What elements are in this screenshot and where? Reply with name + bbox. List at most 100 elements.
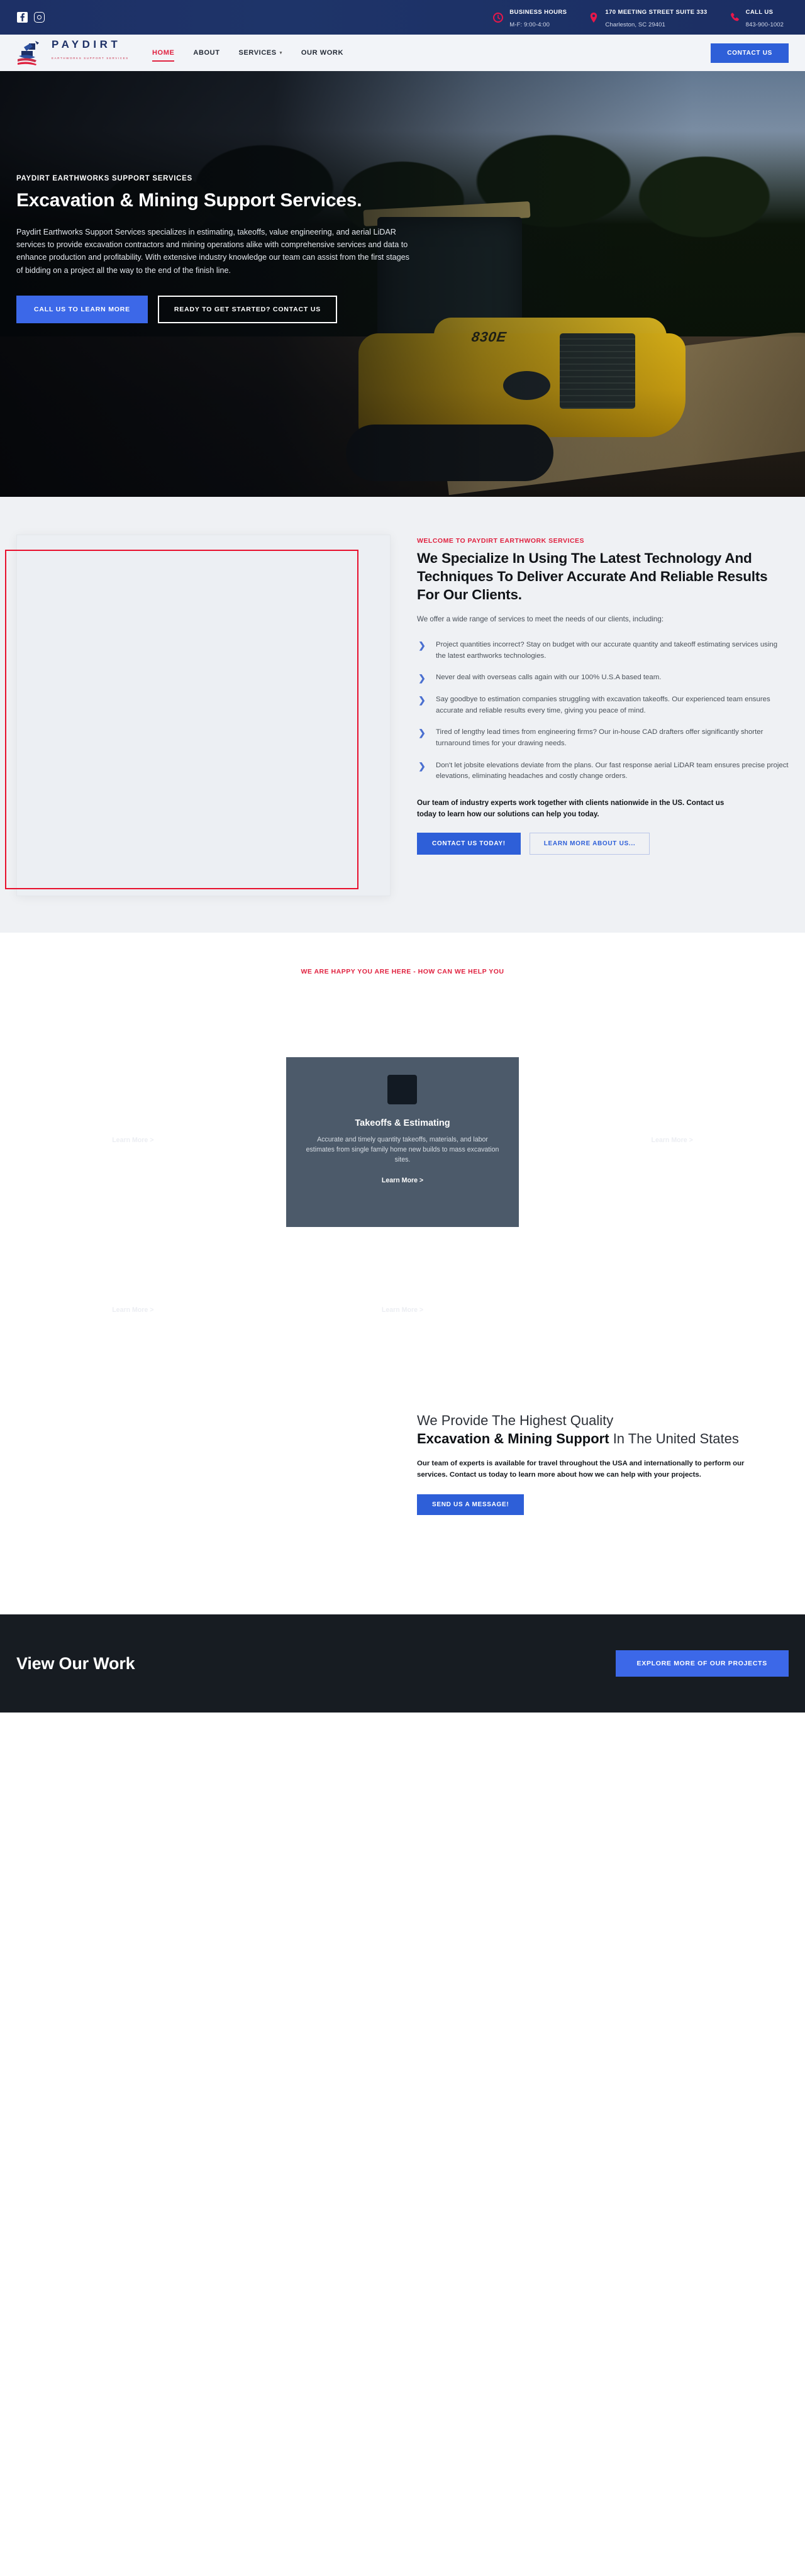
quality-paragraph: Our team of experts is available for tra… bbox=[417, 1460, 745, 1479]
service-icon bbox=[387, 1245, 417, 1274]
service-learn-more-link[interactable]: Learn More > bbox=[652, 1136, 693, 1144]
excavator-logo-icon bbox=[16, 38, 49, 67]
site-logo[interactable]: PAYDIRT EARTHWORKS SUPPORT SERVICES bbox=[16, 38, 130, 67]
service-icon bbox=[118, 1075, 148, 1104]
main-navigation: PAYDIRT EARTHWORKS SUPPORT SERVICES HOME… bbox=[0, 35, 805, 71]
service-learn-more-link[interactable]: Learn More > bbox=[382, 1177, 423, 1184]
hero-content: PAYDIRT EARTHWORKS SUPPORT SERVICES Exca… bbox=[0, 71, 440, 324]
hero-contact-us-button[interactable]: READY TO GET STARTED? CONTACT US bbox=[157, 296, 337, 324]
welcome-text-column: WELCOME TO PAYDIRT EARTHWORK SERVICES We… bbox=[417, 535, 789, 855]
facebook-icon[interactable] bbox=[16, 12, 28, 23]
welcome-heading: We Specialize In Using The Latest Techno… bbox=[417, 550, 768, 602]
quality-heading-bold: Excavation & Mining Support bbox=[417, 1430, 609, 1446]
top-utility-bar: BUSINESS HOURS M-F: 9:00-4:00 170 MEETIN… bbox=[0, 0, 805, 35]
service-description: Accurate and timely quantity takeoffs, m… bbox=[306, 1136, 499, 1163]
chevron-right-icon: ❯ bbox=[418, 673, 426, 684]
welcome-actions: CONTACT US TODAY! LEARN MORE ABOUT US... bbox=[417, 833, 789, 855]
welcome-bullet-list: ❯ Project quantities incorrect? Stay on … bbox=[417, 640, 789, 782]
address-value: Charleston, SC 29401 bbox=[605, 21, 665, 28]
nav-item-home-label: HOME bbox=[152, 49, 175, 57]
social-links bbox=[16, 12, 45, 23]
services-grid-row-2: Learn More > Learn More > bbox=[16, 1227, 789, 1384]
hero-section: 830E PAYDIRT EARTHWORKS SUPPORT SERVICES… bbox=[0, 71, 805, 497]
explore-projects-button[interactable]: EXPLORE MORE OF OUR PROJECTS bbox=[615, 1650, 789, 1677]
nav-item-about[interactable]: ABOUT bbox=[193, 45, 219, 60]
list-item: ❯ Project quantities incorrect? Stay on … bbox=[417, 640, 789, 662]
services-section: WE ARE HAPPY YOU ARE HERE - HOW CAN WE H… bbox=[0, 933, 805, 1384]
service-learn-more-link[interactable]: Learn More > bbox=[112, 1136, 153, 1144]
service-title: Takeoffs & Estimating bbox=[355, 1118, 450, 1128]
service-icon bbox=[657, 1075, 687, 1104]
services-eyebrow: WE ARE HAPPY YOU ARE HERE - HOW CAN WE H… bbox=[301, 968, 504, 975]
chevron-down-icon: ▾ bbox=[279, 51, 282, 55]
contact-us-today-button[interactable]: CONTACT US TODAY! bbox=[417, 833, 521, 855]
welcome-section: WELCOME TO PAYDIRT EARTHWORK SERVICES We… bbox=[0, 497, 805, 933]
call-us-value: 843-900-1002 bbox=[745, 21, 784, 28]
quality-text-column: We Provide The Highest Quality Excavatio… bbox=[417, 1407, 789, 1516]
address-info[interactable]: 170 MEETING STREET SUITE 333 Charleston,… bbox=[588, 5, 707, 30]
chevron-right-icon: ❯ bbox=[418, 640, 426, 650]
service-learn-more-link[interactable]: Learn More > bbox=[112, 1306, 153, 1314]
bullet-text: Tired of lengthy lead times from enginee… bbox=[436, 728, 763, 748]
nav-item-home[interactable]: HOME bbox=[152, 45, 175, 62]
service-card[interactable]: Learn More > bbox=[555, 1057, 789, 1227]
list-item: ❯ Tired of lengthy lead times from engin… bbox=[417, 727, 789, 749]
list-item: ❯ Never deal with overseas calls again w… bbox=[417, 672, 789, 684]
logo-wordmark: PAYDIRT bbox=[52, 38, 121, 50]
welcome-closing-text: Our team of industry experts work togeth… bbox=[417, 799, 724, 819]
list-item: ❯ Say goodbye to estimation companies st… bbox=[417, 694, 789, 716]
quality-heading-line1: We Provide The Highest Quality bbox=[417, 1413, 614, 1428]
quality-section: We Provide The Highest Quality Excavatio… bbox=[0, 1384, 805, 1614]
address-label: 170 MEETING STREET SUITE 333 bbox=[605, 8, 708, 16]
hero-call-us-button[interactable]: CALL US TO LEARN MORE bbox=[16, 296, 148, 324]
nav-item-about-label: ABOUT bbox=[193, 49, 220, 57]
bullet-text: Never deal with overseas calls again wit… bbox=[436, 674, 662, 682]
business-hours-label: BUSINESS HOURS bbox=[509, 8, 567, 16]
business-hours-info: BUSINESS HOURS M-F: 9:00-4:00 bbox=[492, 5, 567, 30]
service-learn-more-link[interactable]: Learn More > bbox=[382, 1306, 423, 1314]
call-us-info[interactable]: CALL US 843-900-1002 bbox=[729, 5, 784, 30]
welcome-lead-text: We offer a wide range of services to mee… bbox=[417, 615, 664, 624]
services-grid-row-1: Learn More > Takeoffs & Estimating Accur… bbox=[16, 1057, 789, 1227]
business-hours-value: M-F: 9:00-4:00 bbox=[509, 21, 550, 28]
chevron-right-icon: ❯ bbox=[418, 728, 426, 738]
nav-item-our-work-label: OUR WORK bbox=[301, 49, 344, 57]
service-card bbox=[555, 1227, 789, 1384]
bullet-text: Don't let jobsite elevations deviate fro… bbox=[436, 761, 789, 780]
nav-links: HOME ABOUT SERVICES ▾ OUR WORK bbox=[152, 45, 343, 62]
clock-icon bbox=[492, 12, 504, 23]
service-icon bbox=[657, 1245, 687, 1274]
service-icon bbox=[118, 1245, 148, 1274]
welcome-image-placeholder bbox=[16, 535, 391, 896]
nav-item-our-work[interactable]: OUR WORK bbox=[301, 45, 343, 60]
learn-more-about-us-button[interactable]: LEARN MORE ABOUT US... bbox=[529, 833, 650, 855]
topbar-info-group: BUSINESS HOURS M-F: 9:00-4:00 170 MEETIN… bbox=[492, 5, 789, 30]
nav-contact-us-button[interactable]: CONTACT US bbox=[711, 43, 789, 63]
takeoffs-service-icon bbox=[387, 1075, 418, 1104]
list-item: ❯ Don't let jobsite elevations deviate f… bbox=[417, 760, 789, 782]
logo-tagline: EARTHWORKS SUPPORT SERVICES bbox=[52, 57, 129, 60]
instagram-icon[interactable] bbox=[33, 12, 45, 23]
nav-item-services-label: SERVICES bbox=[238, 49, 277, 57]
hero-actions: CALL US TO LEARN MORE READY TO GET START… bbox=[16, 296, 440, 324]
service-card[interactable]: Learn More > bbox=[16, 1057, 250, 1227]
hero-paragraph: Paydirt Earthworks Support Services spec… bbox=[16, 227, 409, 275]
quality-heading: We Provide The Highest Quality Excavatio… bbox=[417, 1412, 789, 1448]
send-us-a-message-button[interactable]: SEND US A MESSAGE! bbox=[417, 1494, 525, 1516]
nav-item-services[interactable]: SERVICES ▾ bbox=[239, 45, 282, 60]
chevron-right-icon: ❯ bbox=[418, 760, 426, 771]
call-us-label: CALL US bbox=[745, 8, 774, 16]
location-pin-icon bbox=[588, 12, 599, 23]
service-card[interactable]: Learn More > bbox=[286, 1227, 519, 1384]
view-our-work-section: View Our Work EXPLORE MORE OF OUR PROJEC… bbox=[0, 1614, 805, 1713]
service-card[interactable]: Learn More > bbox=[16, 1227, 250, 1384]
hero-eyebrow: PAYDIRT EARTHWORKS SUPPORT SERVICES bbox=[16, 175, 192, 182]
welcome-eyebrow: WELCOME TO PAYDIRT EARTHWORK SERVICES bbox=[417, 537, 585, 545]
quality-media-column bbox=[16, 1407, 391, 1570]
phone-icon bbox=[729, 12, 740, 23]
bullet-text: Project quantities incorrect? Stay on bu… bbox=[436, 640, 778, 660]
hero-title: Excavation & Mining Support Services. bbox=[16, 190, 362, 211]
view-our-work-title: View Our Work bbox=[16, 1653, 135, 1673]
welcome-media-column bbox=[5, 535, 391, 896]
service-card-takeoffs-estimating[interactable]: Takeoffs & Estimating Accurate and timel… bbox=[286, 1057, 519, 1227]
